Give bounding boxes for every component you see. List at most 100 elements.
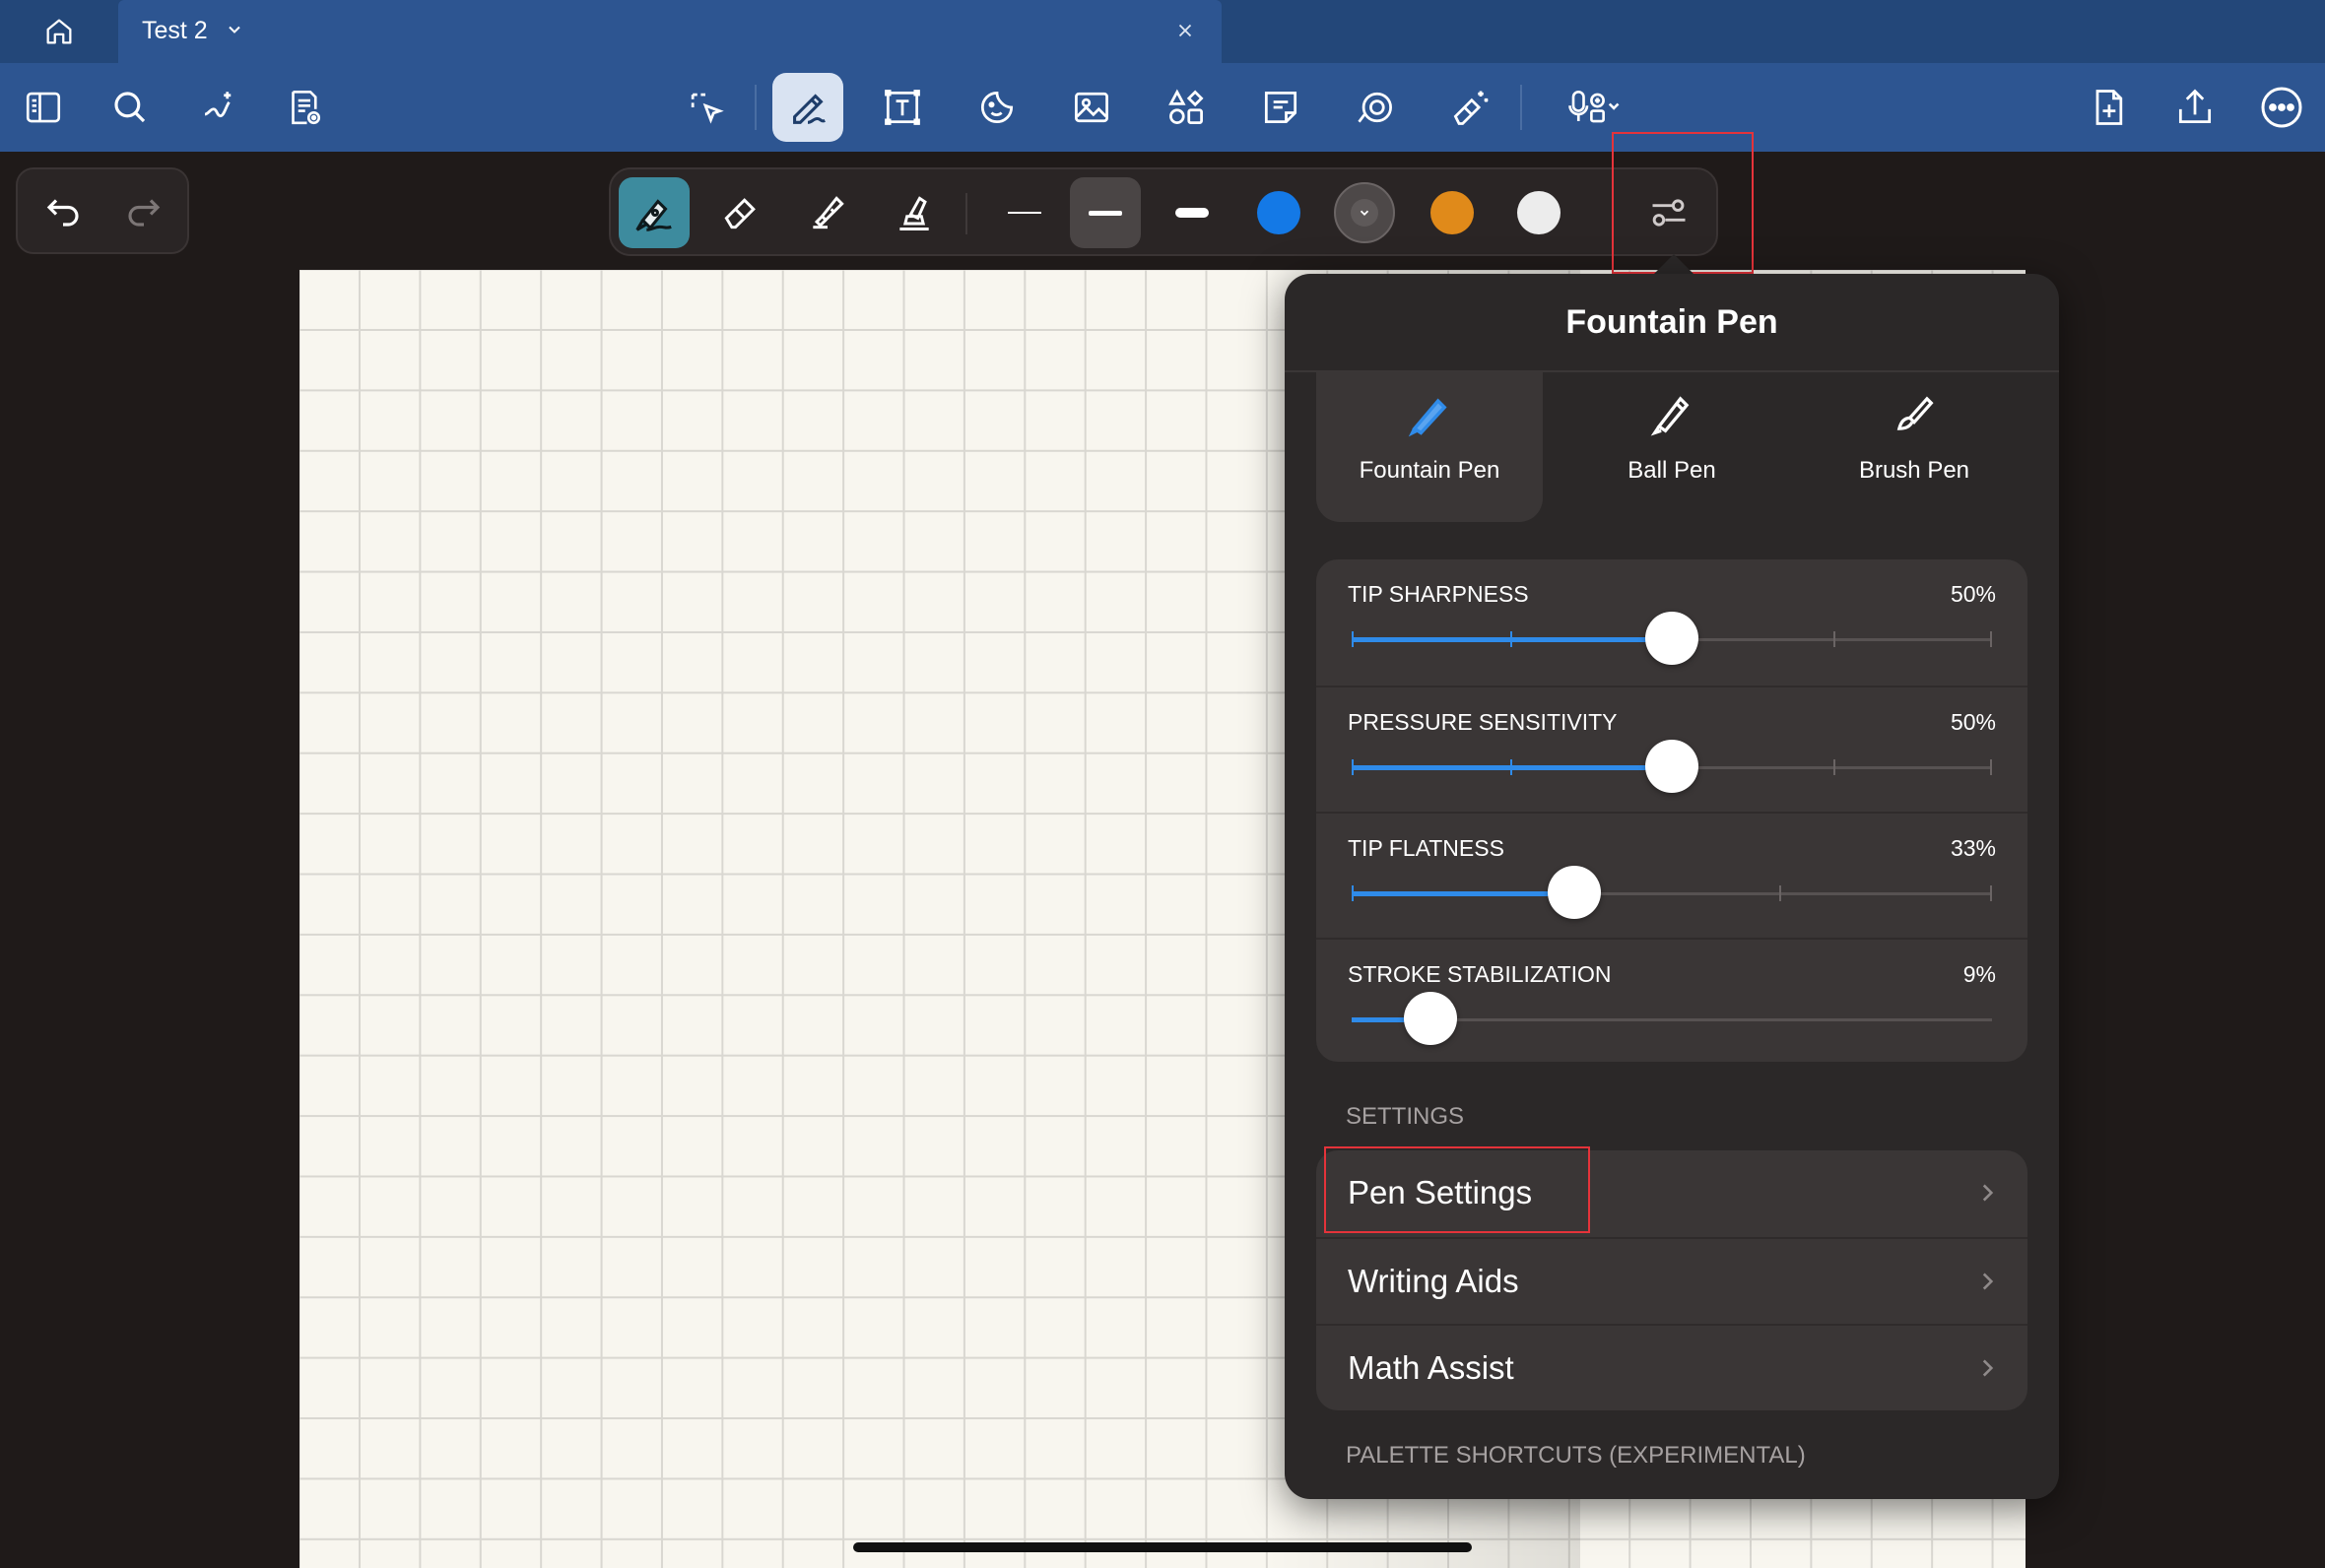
slider-track[interactable]: [1352, 992, 1992, 1045]
stroke-width-medium[interactable]: [1070, 177, 1141, 248]
pen-type-ball[interactable]: Ball Pen: [1559, 372, 1785, 522]
pen-sliders-card: TIP SHARPNESS 50% PRESSURE SENSITIVITY 5…: [1316, 559, 2027, 1062]
slider-tick: [1990, 759, 1992, 775]
chevron-down-icon: [1360, 210, 1369, 216]
pen-type-label: Brush Pen: [1858, 457, 1970, 484]
more-icon: [2261, 87, 2302, 128]
sidebar-icon: [26, 92, 61, 123]
add-page-button[interactable]: [2073, 73, 2144, 142]
pen-type-brush[interactable]: Brush Pen: [1801, 372, 2027, 522]
text-tool-button[interactable]: [867, 73, 938, 142]
slider-fill: [1352, 891, 1574, 896]
slider-thumb[interactable]: [1645, 612, 1698, 665]
ball-pen-icon: [1650, 396, 1690, 436]
highlight-box-pen-settings: [1324, 1146, 1590, 1233]
color-swatch-selected[interactable]: [1334, 182, 1395, 243]
slider-tick: [1510, 759, 1512, 775]
chevron-right-icon: [1982, 1184, 1994, 1202]
magic-eraser-button[interactable]: [1434, 73, 1505, 142]
redo-button[interactable]: [110, 179, 177, 242]
highlighter-tool[interactable]: [792, 177, 863, 248]
home-indicator: [853, 1542, 1472, 1552]
slider-pressure-sensitivity: PRESSURE SENSITIVITY 50%: [1316, 686, 2027, 812]
popover-title: Fountain Pen: [1565, 303, 1778, 341]
chevron-down-icon[interactable]: [225, 20, 244, 39]
thick-line-icon: [1175, 208, 1209, 218]
toolbar-divider: [1520, 85, 1522, 130]
settings-item-writing-aids[interactable]: Writing Aids: [1316, 1237, 2027, 1324]
laser-pointer-icon: [1358, 92, 1392, 123]
undo-icon: [46, 199, 79, 227]
pen-tool-button[interactable]: [772, 73, 843, 142]
sticker-tool-button[interactable]: [962, 73, 1032, 142]
slider-label: TIP SHARPNESS: [1348, 581, 1529, 607]
brush-pen-icon: [1896, 396, 1934, 430]
home-icon: [46, 19, 72, 44]
lasso-tool-button[interactable]: [670, 73, 741, 142]
add-page-icon: [2095, 90, 2123, 125]
sidebar-button[interactable]: [8, 73, 79, 142]
medium-line-icon: [1089, 210, 1122, 216]
slider-label: STROKE STABILIZATION: [1348, 961, 1612, 987]
toolbar-divider: [755, 85, 757, 130]
fountain-pen-tool[interactable]: [619, 177, 690, 248]
search-button[interactable]: [95, 73, 166, 142]
palette-shortcuts-header: PALETTE SHORTCUTS (EXPERIMENTAL): [1346, 1442, 1806, 1469]
home-button[interactable]: [0, 0, 118, 63]
stroke-width-thin[interactable]: [989, 177, 1060, 248]
slider-value: 33%: [1950, 835, 1996, 861]
fountain-pen-icon: [635, 199, 672, 231]
undo-button[interactable]: [30, 179, 97, 242]
marker-tool[interactable]: [879, 177, 950, 248]
pen-type-fountain[interactable]: Fountain Pen: [1316, 372, 1543, 522]
pen-icon: [793, 94, 826, 124]
close-icon[interactable]: [1174, 20, 1196, 41]
document-view-button[interactable]: [268, 73, 339, 142]
slider-thumb[interactable]: [1645, 740, 1698, 793]
eraser-tool[interactable]: [705, 177, 776, 248]
slider-tick: [1352, 759, 1354, 775]
slider-tip-flatness: TIP FLATNESS 33%: [1316, 812, 2027, 938]
settings-item-math-assist[interactable]: Math Assist: [1316, 1324, 2027, 1410]
main-toolbar: [0, 63, 2325, 152]
magic-eraser-icon: [1453, 91, 1489, 125]
document-tab[interactable]: Test 2: [118, 0, 1222, 63]
undo-redo-group: [16, 167, 189, 254]
slider-track[interactable]: [1352, 866, 1992, 919]
slider-track[interactable]: [1352, 740, 1992, 793]
image-tool-button[interactable]: [1056, 73, 1127, 142]
slider-tip-sharpness: TIP SHARPNESS 50%: [1316, 559, 2027, 686]
settings-item-label: Writing Aids: [1348, 1263, 1519, 1299]
marker-icon: [899, 196, 929, 230]
stroke-width-thick[interactable]: [1157, 177, 1228, 248]
popover-arrow: [1652, 254, 1695, 276]
slider-label: TIP FLATNESS: [1348, 835, 1504, 861]
share-button[interactable]: [2159, 73, 2230, 142]
sticky-note-button[interactable]: [1245, 73, 1316, 142]
color-swatch-orange[interactable]: [1430, 191, 1474, 234]
laser-pointer-button[interactable]: [1340, 73, 1411, 142]
pen-toolbar-divider: [965, 193, 967, 234]
slider-track[interactable]: [1352, 612, 1992, 665]
ai-assistant-button[interactable]: [183, 73, 254, 142]
thin-line-icon: [1008, 212, 1041, 214]
slider-thumb[interactable]: [1404, 992, 1457, 1045]
lasso-icon: [691, 93, 724, 124]
text-box-icon: [885, 90, 920, 125]
color-swatch-white[interactable]: [1517, 191, 1561, 234]
microphone-icon: [1568, 90, 1620, 123]
more-button[interactable]: [2246, 73, 2317, 142]
slider-tick: [1833, 631, 1835, 647]
slider-tick: [1990, 631, 1992, 647]
slider-stroke-stabilization: STROKE STABILIZATION 9%: [1316, 938, 2027, 1064]
sticky-note-icon: [1264, 91, 1297, 124]
eraser-icon: [724, 198, 756, 229]
slider-thumb[interactable]: [1548, 866, 1601, 919]
pen-options-popover: Fountain Pen Fountain Pen Ball Pen Brush…: [1285, 274, 2059, 1499]
color-swatch-blue[interactable]: [1257, 191, 1300, 234]
highlighter-icon: [813, 196, 844, 229]
shapes-tool-button[interactable]: [1151, 73, 1222, 142]
image-icon: [1075, 92, 1108, 123]
chevron-right-icon: [1982, 1359, 1994, 1377]
slider-tick: [1779, 885, 1781, 901]
